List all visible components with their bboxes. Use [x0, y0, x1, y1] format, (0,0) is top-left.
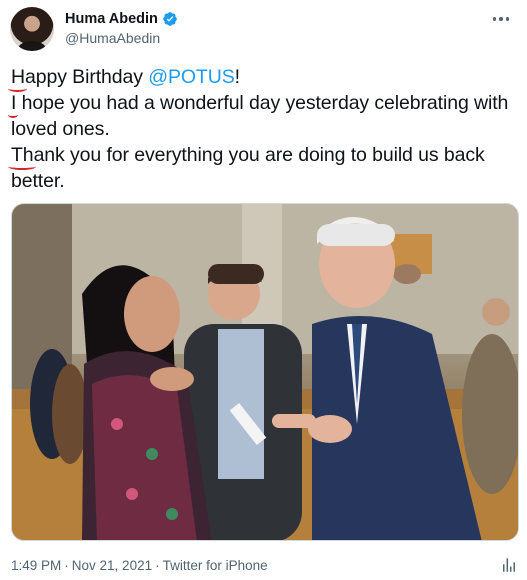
verified-badge-icon — [163, 12, 177, 26]
tweet-line-1-end: ! — [234, 66, 240, 88]
tweet-photo[interactable] — [11, 203, 519, 541]
name-row: Huma Abedin — [65, 11, 178, 27]
tweet-line-3: Thank you for everything you are doing t… — [8, 142, 521, 194]
tweet-source[interactable]: Twitter for iPhone — [163, 558, 268, 573]
analytics-icon[interactable] — [500, 556, 518, 574]
tweet-header: Huma Abedin @HumaAbedin — [10, 6, 517, 54]
tweet-line-1-text: appy Birthday — [24, 66, 149, 88]
annotated-letter: Th — [8, 144, 36, 170]
more-icon[interactable] — [489, 10, 513, 28]
tweet-date[interactable]: Nov 21, 2021 — [72, 558, 152, 573]
avatar[interactable] — [10, 7, 54, 51]
mention-link[interactable]: @POTUS — [148, 66, 234, 88]
tweet-line-2: I hope you had a wonderful day yesterday… — [7, 90, 521, 142]
tweet-meta: 1:49 PM · Nov 21, 2021 · Twitter for iPhone — [11, 558, 268, 573]
annotated-letter: I — [7, 92, 19, 118]
photo-illustration — [12, 204, 518, 540]
tweet-text: Happy Birthday @POTUS! I hope you had a … — [7, 64, 521, 194]
tweet-line-1: Happy Birthday @POTUS! — [8, 64, 521, 92]
display-name[interactable]: Huma Abedin — [65, 11, 158, 27]
tweet-line-2-text: hope you had a wonderful day yesterday c… — [11, 92, 509, 140]
meta-separator: · — [64, 558, 69, 573]
avatar-figure — [18, 41, 46, 51]
meta-separator: · — [155, 558, 160, 573]
tweet-line-3-text: ank you for everything you are doing to … — [11, 144, 485, 192]
tweet-time[interactable]: 1:49 PM — [11, 558, 61, 573]
annotated-letter: H — [8, 66, 27, 92]
handle[interactable]: @HumaAbedin — [65, 30, 160, 46]
